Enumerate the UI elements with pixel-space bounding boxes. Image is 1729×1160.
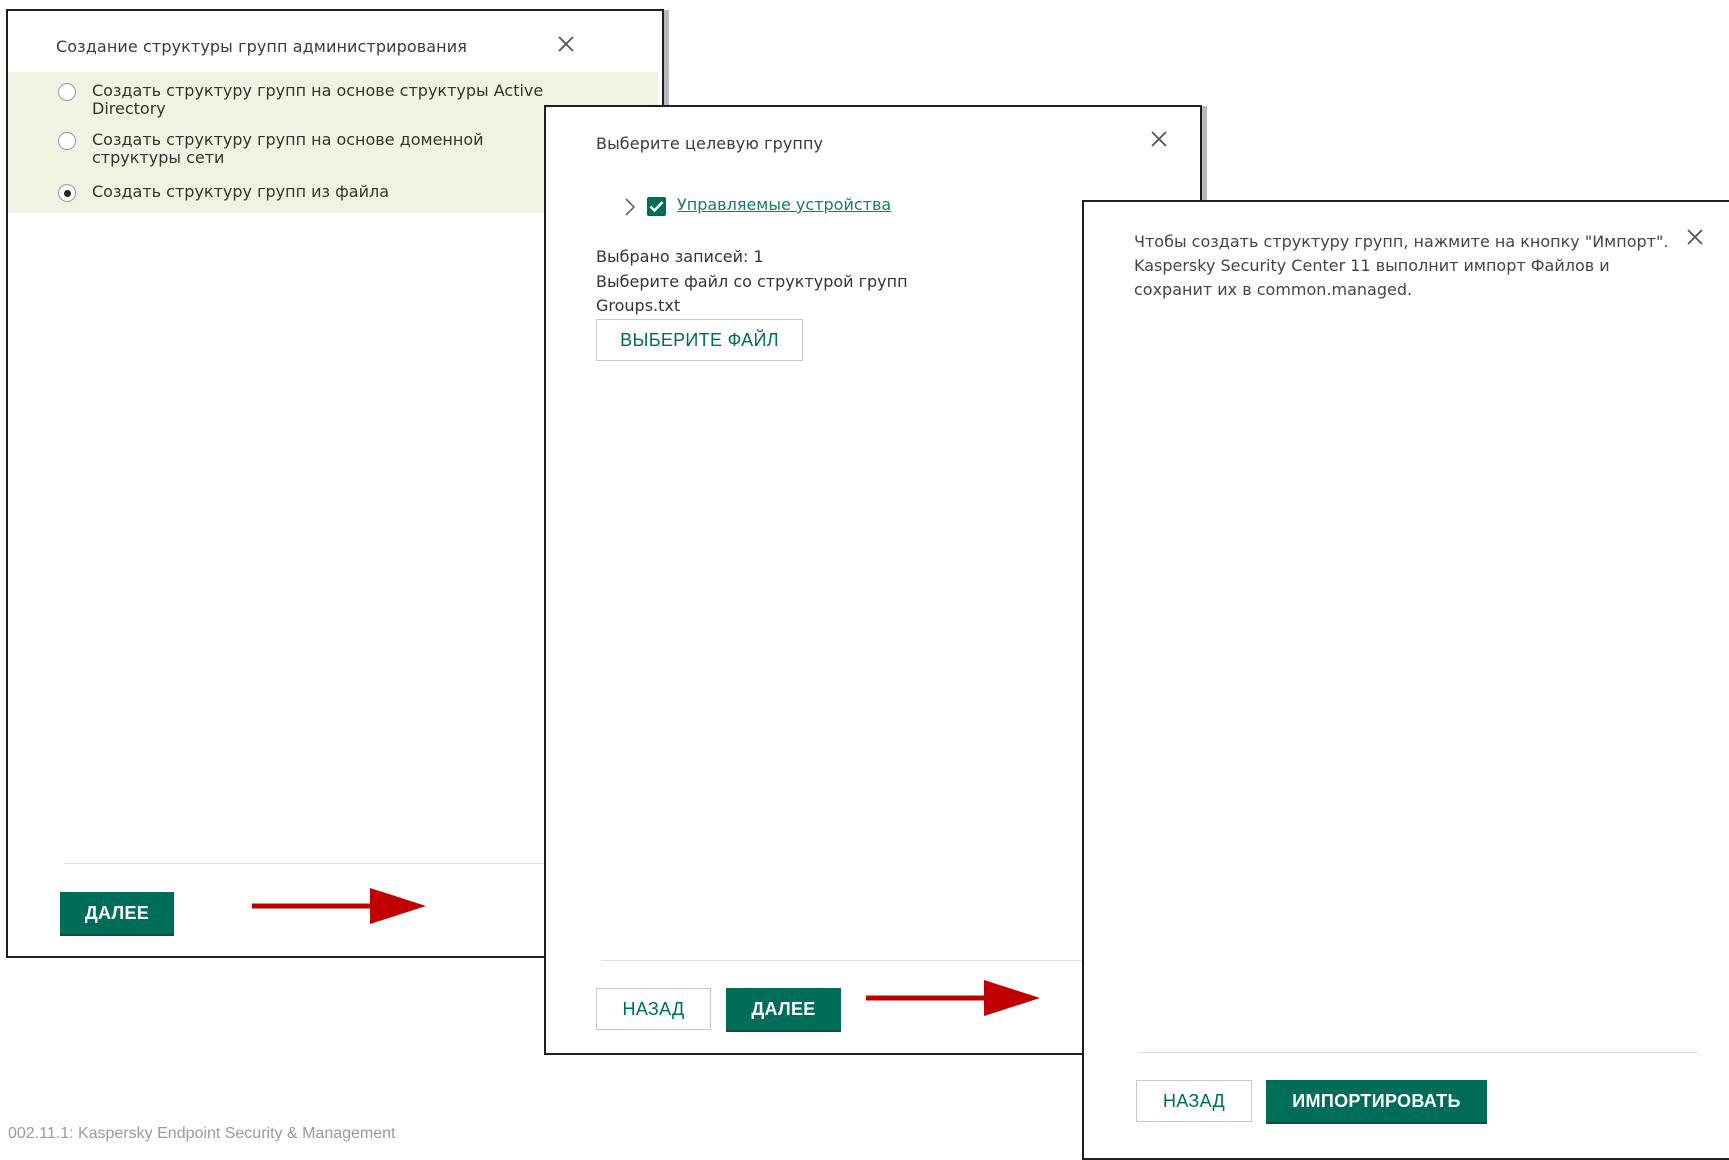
file-name: Groups.txt	[596, 296, 681, 315]
arrow-right-icon	[252, 888, 426, 924]
dialog-title: Выберите целевую группу	[596, 134, 824, 153]
radio-active-directory[interactable]	[58, 83, 76, 101]
next-button[interactable]: ДАЛЕЕ	[726, 988, 841, 1030]
close-icon[interactable]	[555, 33, 577, 55]
dialog-title: Создание структуры групп администрирован…	[56, 37, 467, 56]
selected-count: Выбрано записей: 1	[596, 247, 764, 266]
import-message: Чтобы создать структуру групп, нажмите н…	[1134, 232, 1669, 299]
choose-file-prompt: Выберите файл со структурой групп	[596, 272, 908, 291]
slide-footnote: 002.11.1: Kaspersky Endpoint Security & …	[8, 1125, 396, 1142]
close-icon[interactable]	[1684, 226, 1706, 248]
import-confirm-dialog: Чтобы создать структуру групп, нажмите н…	[1082, 200, 1729, 1160]
import-button[interactable]: ИМПОРТИРОВАТЬ	[1266, 1080, 1487, 1122]
close-icon[interactable]	[1148, 128, 1170, 150]
chevron-right-icon[interactable]	[623, 197, 637, 217]
option-label: Создать структуру групп на основе структ…	[92, 81, 544, 118]
footer-divider	[64, 863, 624, 864]
footer-divider	[602, 960, 1162, 961]
arrow-right-icon	[866, 980, 1040, 1016]
checkbox-checked-icon[interactable]	[647, 197, 666, 216]
back-button[interactable]: НАЗАД	[1136, 1080, 1252, 1122]
footer-divider	[1138, 1052, 1698, 1053]
radio-domain-structure[interactable]	[58, 132, 76, 150]
option-label: Создать структуру групп на основе доменн…	[92, 130, 484, 167]
radio-from-file[interactable]	[58, 184, 76, 202]
back-button[interactable]: НАЗАД	[596, 988, 711, 1030]
option-label: Создать структуру групп из файла	[92, 182, 390, 201]
choose-file-button[interactable]: ВЫБЕРИТЕ ФАЙЛ	[596, 319, 803, 361]
tree-item-label[interactable]: Управляемые устройства	[677, 195, 891, 214]
next-button[interactable]: ДАЛЕЕ	[60, 892, 174, 934]
